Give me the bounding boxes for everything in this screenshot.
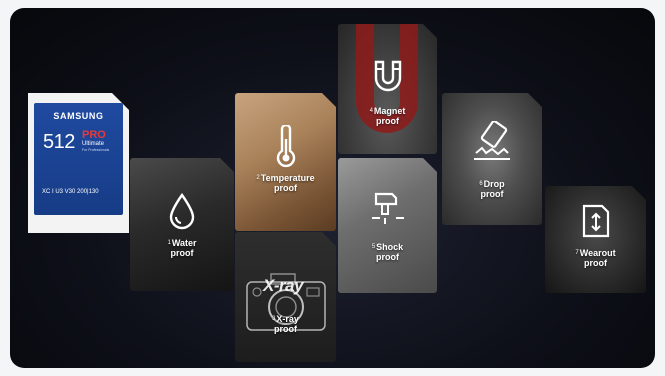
falling-card-icon — [472, 121, 512, 161]
hammer-icon — [372, 192, 404, 226]
thermometer-icon — [274, 125, 298, 169]
feature-tile-water: 1Water proof — [130, 158, 234, 291]
feature-label-wearout: 7Wearout proof — [575, 248, 616, 268]
hero-banner: SAMSUNG 512 PRO Ultimate For Professiona… — [10, 8, 655, 368]
water-drop-icon — [167, 192, 197, 230]
feature-tile-shock: 5Shock proof — [338, 158, 437, 293]
feature-label-shock: 5Shock proof — [371, 242, 404, 262]
feature-label-xray: 3X-ray proof — [272, 314, 299, 334]
card-insert-icon — [581, 204, 611, 238]
card-specs: XC I U3 V30 200|130 — [42, 189, 99, 195]
feature-label-drop: 6Drop proof — [479, 179, 505, 199]
sd-card-label: SAMSUNG 512 PRO Ultimate For Professiona… — [34, 103, 123, 215]
card-subline: For Professionals — [82, 148, 110, 152]
feature-tile-wearout: 7Wearout proof — [545, 186, 646, 293]
feature-label-water: 1Water proof — [167, 238, 197, 258]
feature-tile-temperature: 2Temperature proof — [235, 93, 336, 231]
xray-watermark: X-ray — [263, 276, 304, 295]
magnet-icon — [371, 60, 405, 96]
sd-card-image: SAMSUNG 512 PRO Ultimate For Professiona… — [28, 93, 129, 233]
card-tier: PRO — [82, 129, 106, 141]
feature-tile-drop: 6Drop proof — [442, 93, 542, 225]
feature-tile-magnet: 4Magnet proof — [338, 24, 437, 154]
card-capacity: 512 — [43, 131, 75, 153]
feature-tile-xray: X-ray 3X-ray proof — [235, 232, 336, 362]
feature-label-magnet: 4Magnet proof — [369, 106, 406, 126]
card-edition: Ultimate — [82, 141, 105, 147]
feature-label-temperature: 2Temperature proof — [256, 173, 315, 193]
card-brand: SAMSUNG — [53, 111, 104, 121]
